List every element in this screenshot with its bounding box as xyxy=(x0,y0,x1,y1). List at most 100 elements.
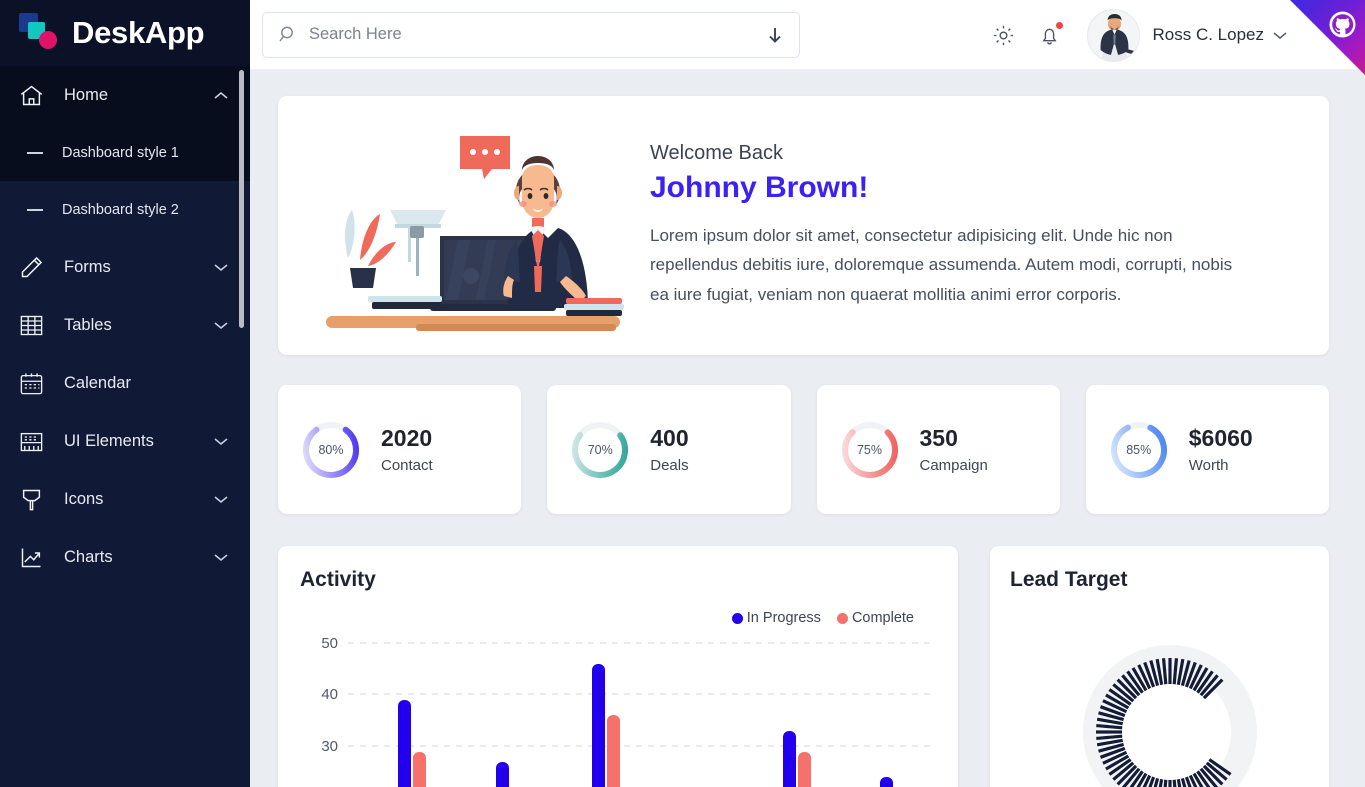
bar-complete-1 xyxy=(413,752,426,787)
bar-complete-3 xyxy=(607,715,620,787)
bar-complete-4 xyxy=(798,752,811,787)
lead-target-title: Lead Target xyxy=(1010,568,1128,591)
sidebar-item-label: Icons xyxy=(64,489,104,508)
legend-dot-complete xyxy=(836,612,848,624)
chevron-down-icon[interactable] xyxy=(214,495,228,504)
lead-target-card: Lead Target xyxy=(990,546,1329,787)
donut-chart-campaign: 75% xyxy=(839,419,901,481)
avatar[interactable] xyxy=(1086,8,1140,62)
welcome-greeting: Welcome Back xyxy=(650,141,784,164)
sidebar-item-calendar[interactable]: Calendar xyxy=(0,354,250,412)
topbar: Ross C. Lopez xyxy=(250,0,1365,75)
businessman-at-desk-illustration xyxy=(292,118,632,333)
pencil-icon xyxy=(16,252,46,282)
dash-icon xyxy=(27,151,43,154)
notifications-button[interactable] xyxy=(1027,12,1073,58)
stat-card-campaign: 75% 350 Campaign xyxy=(816,385,1060,514)
sidebar-item-tables[interactable]: Tables xyxy=(0,296,250,354)
search-input[interactable] xyxy=(309,25,765,44)
home-icon xyxy=(16,80,46,110)
legend-item-in-progress[interactable]: In Progress xyxy=(731,610,821,626)
sidebar-subitem-label: Dashboard style 2 xyxy=(62,201,179,218)
bar-in-progress-4 xyxy=(783,731,796,787)
sidebar-item-label: Forms xyxy=(64,257,111,276)
donut-percent: 70% xyxy=(587,442,613,457)
legend-label: In Progress xyxy=(746,610,821,626)
sidebar-item-home[interactable]: Home xyxy=(0,66,250,124)
brand-title: DeskApp xyxy=(72,15,205,50)
chevron-down-icon[interactable] xyxy=(214,263,228,272)
bar-series-in-progress xyxy=(398,664,893,787)
chevron-up-icon[interactable] xyxy=(214,91,228,100)
sidebar-item-label: Charts xyxy=(64,547,113,566)
github-ribbon[interactable] xyxy=(1290,0,1365,75)
stat-card-deals: 70% 400 Deals xyxy=(547,385,791,514)
sidebar-item-ui-elements[interactable]: UI Elements xyxy=(0,412,250,470)
notification-badge xyxy=(1055,22,1063,29)
chevron-down-icon[interactable] xyxy=(214,321,228,330)
donut-percent: 80% xyxy=(318,442,344,457)
welcome-card: Welcome Back Johnny Brown! Lorem ipsum d… xyxy=(278,96,1329,355)
activity-bar-chart: 50 40 30 xyxy=(300,628,932,787)
brand-header[interactable]: DeskApp xyxy=(0,0,250,66)
sidebar-item-label: Tables xyxy=(64,315,112,334)
legend-item-complete[interactable]: Complete xyxy=(836,610,914,626)
welcome-paragraph: Lorem ipsum dolor sit amet, consectetur … xyxy=(650,225,1233,304)
legend-dot-in-progress xyxy=(731,612,743,624)
bottom-row: Activity In Progress Complete 50 40 30 L… xyxy=(278,546,1329,787)
chart-line-up-icon xyxy=(16,542,46,572)
calendar-icon xyxy=(16,368,46,398)
sidebar-item-dashboard-style-2[interactable]: Dashboard style 2 xyxy=(0,181,250,238)
search-icon xyxy=(277,24,299,46)
deskapp-logo-icon xyxy=(18,12,62,54)
main-region: Ross C. Lopez xyxy=(250,0,1365,787)
welcome-user-name: Johnny Brown! xyxy=(650,170,869,204)
sidebar-subitem-label: Dashboard style 1 xyxy=(62,144,179,161)
gear-icon xyxy=(991,23,1016,48)
user-name[interactable]: Ross C. Lopez xyxy=(1153,25,1265,45)
chevron-down-icon[interactable] xyxy=(214,437,228,446)
sidebar-menu: Home Dashboard style 1 Dashboard style 2… xyxy=(0,66,250,628)
activity-chart-legend: In Progress Complete xyxy=(300,610,932,626)
welcome-text: Welcome Back Johnny Brown! Lorem ipsum d… xyxy=(632,142,1299,309)
y-tick-30: 30 xyxy=(321,738,338,755)
sidebar: DeskApp Home Dashboard style 1 Dashboard… xyxy=(0,0,250,787)
sidebar-item-icons[interactable]: Icons xyxy=(0,470,250,528)
chevron-down-icon[interactable] xyxy=(214,553,228,562)
sidebar-item-dashboard-style-1[interactable]: Dashboard style 1 xyxy=(0,124,250,181)
donut-percent: 75% xyxy=(856,442,883,457)
table-grid-icon xyxy=(16,310,46,340)
chevron-down-icon[interactable] xyxy=(1273,31,1287,40)
y-tick-50: 50 xyxy=(321,635,338,652)
legend-label: Complete xyxy=(851,610,914,626)
lead-target-gauge xyxy=(1010,614,1329,787)
stat-label: Campaign xyxy=(919,457,988,475)
dash-icon xyxy=(27,208,43,211)
stat-label: Worth xyxy=(1188,457,1229,475)
y-tick-40: 40 xyxy=(321,686,338,703)
settings-button[interactable] xyxy=(981,12,1027,58)
donut-chart-worth: 85% xyxy=(1108,419,1170,481)
sidebar-item-charts[interactable]: Charts xyxy=(0,528,250,586)
sidebar-item-label: UI Elements xyxy=(64,431,154,450)
search-bar[interactable] xyxy=(262,11,800,58)
stat-label: Deals xyxy=(650,457,689,475)
bar-in-progress-2 xyxy=(496,762,509,787)
bar-series-complete xyxy=(413,715,811,787)
activity-card: Activity In Progress Complete 50 40 30 xyxy=(278,546,958,787)
bar-in-progress-1 xyxy=(398,700,411,787)
stat-value: $6060 xyxy=(1188,424,1253,451)
donut-chart-deals: 70% xyxy=(569,419,631,481)
stat-card-contact: 80% 2020 Contact xyxy=(278,385,522,514)
donut-chart-contact: 80% xyxy=(300,419,362,481)
sidebar-group-home: Home Dashboard style 1 xyxy=(0,66,250,181)
stat-card-worth: 85% $6060 Worth xyxy=(1085,385,1329,514)
arrow-down-icon[interactable] xyxy=(765,24,785,46)
content-area: Welcome Back Johnny Brown! Lorem ipsum d… xyxy=(250,70,1365,787)
bar-in-progress-5 xyxy=(880,777,893,787)
stat-value: 350 xyxy=(919,424,958,451)
sidebar-item-forms[interactable]: Forms xyxy=(0,238,250,296)
sidebar-item-label: Calendar xyxy=(64,373,131,392)
stat-value: 400 xyxy=(650,424,689,451)
sidebar-scrollbar[interactable] xyxy=(239,70,244,328)
